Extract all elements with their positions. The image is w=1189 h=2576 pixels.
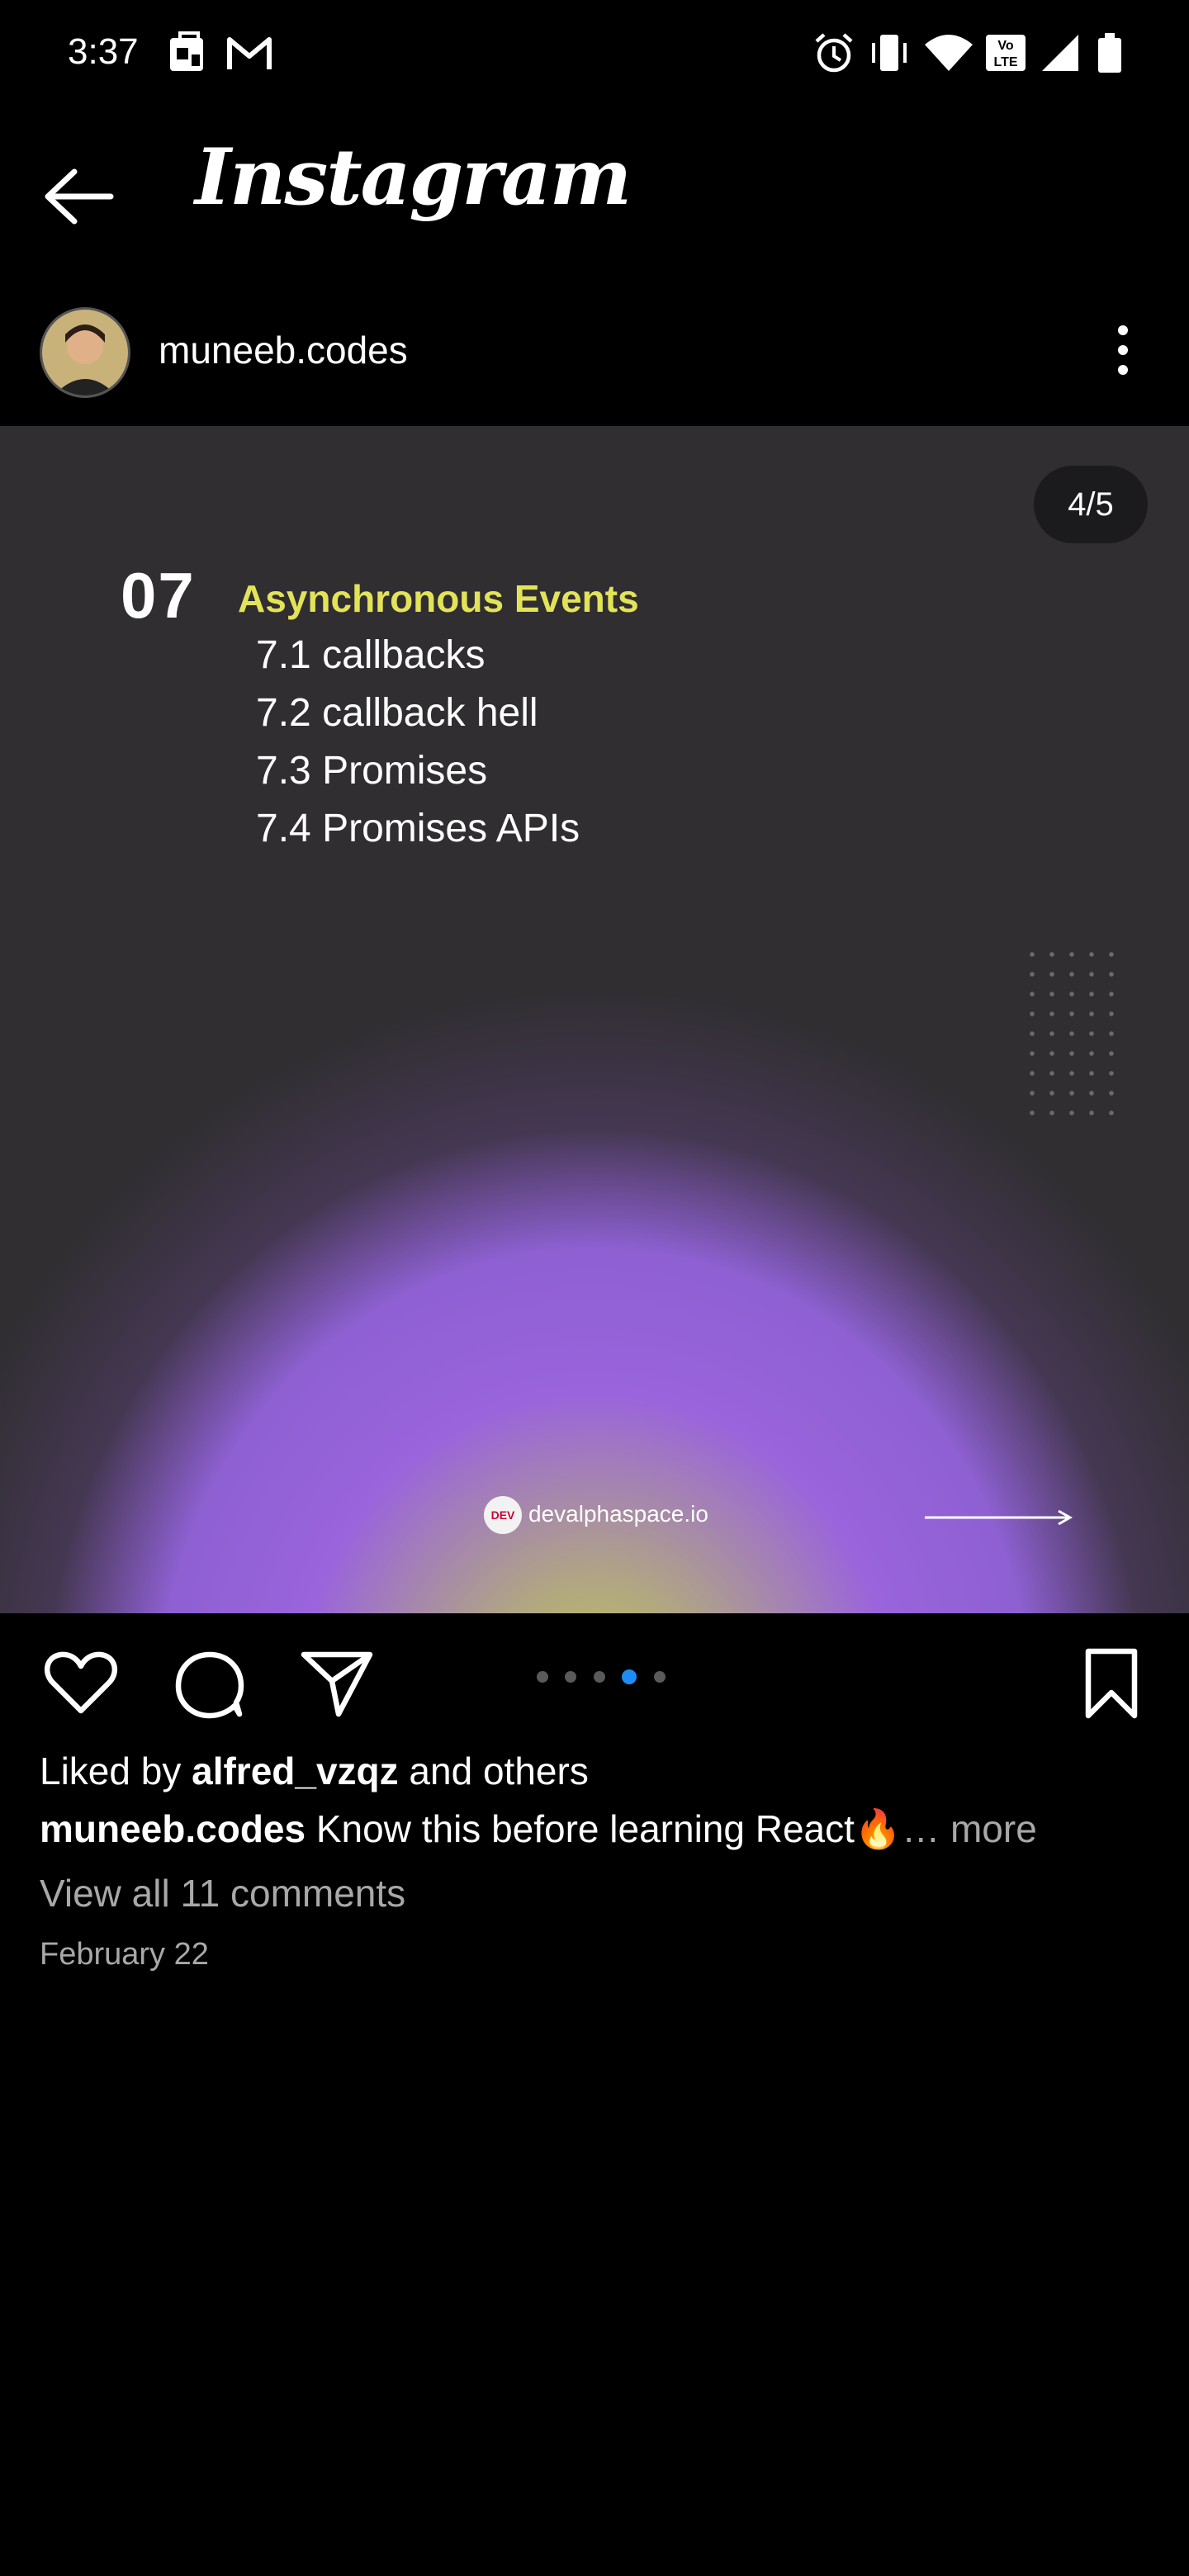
gmail-icon	[227, 37, 272, 69]
carousel-dot	[653, 1671, 666, 1683]
signal-icon	[1042, 35, 1078, 71]
more-options-icon[interactable]	[1098, 317, 1148, 383]
post-caption: muneeb.codes Know this before learning R…	[40, 1807, 1037, 1852]
svg-text:LTE: LTE	[993, 55, 1017, 69]
slide-section-number: 07	[121, 559, 196, 632]
slide-list-item: 7.2 callback hell	[256, 691, 538, 735]
slide-list-item: 7.3 Promises	[256, 749, 488, 793]
status-time: 3:37	[68, 31, 139, 72]
app-title: Instagram	[195, 132, 632, 223]
share-send-icon[interactable]	[297, 1643, 377, 1722]
slide-section-title: Asynchronous Events	[238, 577, 639, 620]
view-comments-link[interactable]: View all 11 comments	[40, 1871, 405, 1915]
slide-list-item: 7.4 Promises APIs	[256, 807, 580, 850]
svg-text:Vo: Vo	[997, 39, 1013, 53]
avatar-image	[42, 310, 128, 395]
likes-suffix[interactable]: and others	[399, 1750, 588, 1792]
status-bar: 3:37 Vo LTE	[0, 0, 1189, 107]
carousel-dot	[537, 1671, 548, 1683]
slide-counter-badge: 4/5	[1034, 466, 1148, 543]
slide-glow-background	[0, 855, 1189, 1613]
slide-list-item: 7.1 callbacks	[256, 633, 486, 677]
arrow-right-icon	[925, 1509, 1073, 1526]
carousel-dot	[593, 1671, 605, 1683]
comment-icon[interactable]	[170, 1643, 249, 1722]
notification-icon	[170, 31, 203, 71]
dot-pattern-decoration	[1022, 945, 1121, 1120]
wifi-icon	[925, 35, 973, 71]
carousel-dot-active	[622, 1669, 637, 1684]
brand-text: devalphaspace.io	[528, 1501, 708, 1527]
caption-more-link[interactable]: … more	[902, 1807, 1037, 1850]
carousel-dot	[565, 1671, 577, 1683]
volte-icon: Vo LTE	[986, 35, 1026, 71]
battery-icon	[1098, 33, 1121, 73]
caption-username[interactable]: muneeb.codes	[40, 1807, 306, 1850]
like-heart-icon[interactable]	[41, 1643, 121, 1722]
likes-summary: Liked by alfred_vzqz and others	[40, 1749, 589, 1793]
post-date: February 22	[40, 1937, 209, 1972]
caption-text: Know this before learning React🔥	[306, 1807, 902, 1850]
bookmark-save-icon[interactable]	[1072, 1643, 1151, 1722]
post-username[interactable]: muneeb.codes	[159, 328, 408, 372]
avatar[interactable]	[40, 307, 130, 398]
post-image[interactable]: 4/5 07 Asynchronous Events 7.1 callbacks…	[0, 426, 1189, 1613]
likes-prefix: Liked by	[40, 1750, 192, 1792]
carousel-indicator	[537, 1669, 679, 1686]
liked-by-user-link[interactable]: alfred_vzqz	[192, 1750, 399, 1792]
vibrate-icon	[872, 35, 907, 71]
brand-logo: DEV	[484, 1496, 522, 1534]
alarm-icon	[815, 33, 853, 73]
back-button[interactable]	[41, 165, 121, 228]
